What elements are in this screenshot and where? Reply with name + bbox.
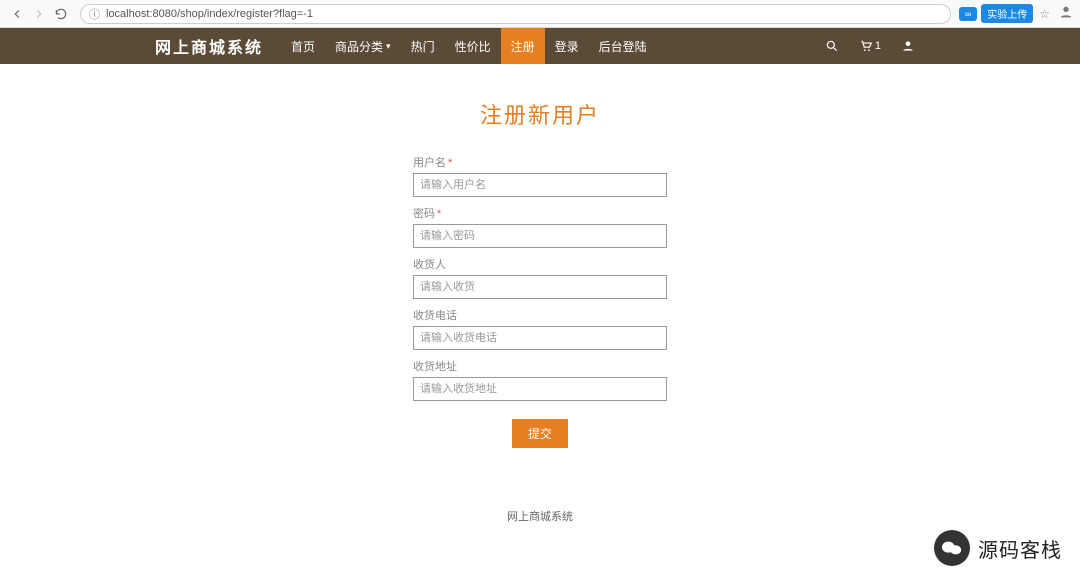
field-input-3[interactable]: [413, 326, 667, 350]
nav-item-5[interactable]: 登录: [545, 28, 589, 64]
nav-item-4[interactable]: 注册: [501, 28, 545, 64]
browser-toolbar: ⓘ localhost:8080/shop/index/register?fla…: [0, 0, 1080, 28]
field-input-4[interactable]: [413, 377, 667, 401]
main-content: 注册新用户 用户名* 密码* 收货人收货电话收货地址提交: [0, 64, 1080, 448]
nav-item-2[interactable]: 热门: [401, 28, 445, 64]
url-text: localhost:8080/shop/index/register?flag=…: [106, 8, 313, 20]
required-indicator: *: [448, 157, 452, 169]
field-input-2[interactable]: [413, 275, 667, 299]
footer-text: 网上商城系统: [0, 508, 1080, 524]
field-input-0[interactable]: [413, 173, 667, 197]
nav-item-label: 性价比: [455, 38, 491, 55]
required-indicator: *: [437, 208, 441, 220]
cart-icon[interactable]: 1: [849, 28, 891, 64]
back-button[interactable]: [6, 3, 28, 25]
caret-down-icon: ▾: [386, 41, 391, 52]
field-label-0: 用户名*: [413, 154, 667, 170]
cart-count: 1: [875, 40, 881, 52]
nav-item-6[interactable]: 后台登陆: [589, 28, 657, 64]
nav-item-label: 后台登陆: [599, 38, 647, 55]
nav-item-label: 注册: [511, 38, 535, 55]
bookmark-star-icon[interactable]: ☆: [1039, 7, 1050, 21]
field-label-3: 收货电话: [413, 307, 667, 323]
site-info-icon: ⓘ: [89, 6, 100, 22]
watermark-text: 源码客栈: [978, 534, 1062, 563]
nav-item-label: 首页: [291, 38, 315, 55]
search-icon[interactable]: [815, 28, 849, 64]
brand-title: 网上商城系统: [155, 34, 263, 58]
field-label-2: 收货人: [413, 256, 667, 272]
address-bar[interactable]: ⓘ localhost:8080/shop/index/register?fla…: [80, 4, 951, 24]
main-nav: 网上商城系统 首页商品分类▾热门性价比注册登录后台登陆 1: [0, 28, 1080, 64]
watermark: 源码客栈: [934, 530, 1062, 566]
forward-button[interactable]: [28, 3, 50, 25]
user-icon[interactable]: [891, 28, 925, 64]
reload-button[interactable]: [50, 3, 72, 25]
nav-item-1[interactable]: 商品分类▾: [325, 28, 401, 64]
profile-icon[interactable]: [1058, 4, 1074, 23]
register-form: 用户名* 密码* 收货人收货电话收货地址提交: [413, 154, 667, 448]
nav-item-label: 热门: [411, 38, 435, 55]
extension-cloud-icon[interactable]: ∞: [959, 7, 977, 21]
field-label-1: 密码*: [413, 205, 667, 221]
submit-button[interactable]: 提交: [512, 419, 568, 448]
nav-item-0[interactable]: 首页: [281, 28, 325, 64]
page-title: 注册新用户: [480, 98, 600, 130]
nav-item-label: 登录: [555, 38, 579, 55]
extension-badge[interactable]: 实验上传: [981, 4, 1033, 23]
field-label-4: 收货地址: [413, 358, 667, 374]
nav-item-label: 商品分类: [335, 38, 383, 55]
nav-item-3[interactable]: 性价比: [445, 28, 501, 64]
wechat-icon: [934, 530, 970, 566]
field-input-1[interactable]: [413, 224, 667, 248]
